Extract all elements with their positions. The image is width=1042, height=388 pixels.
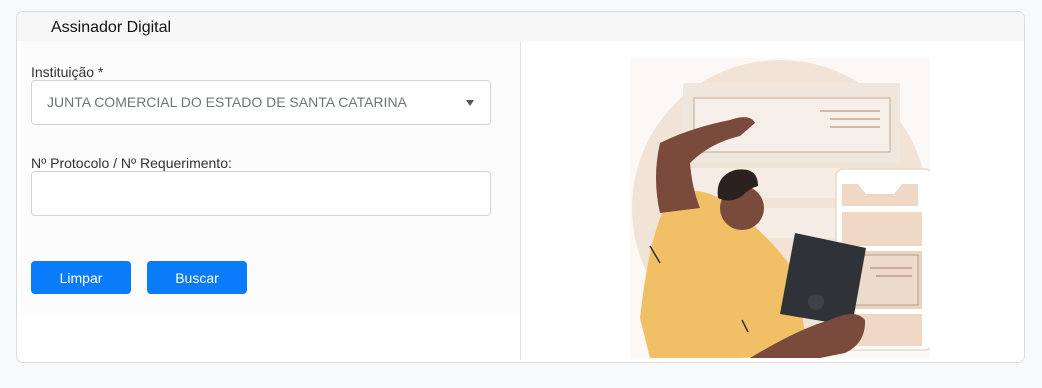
- digital-signature-illustration: [630, 58, 930, 358]
- tablet-device: [780, 233, 866, 326]
- signer-card: Assinador Digital Instituição * JUNTA CO…: [16, 11, 1025, 363]
- illustration-panel: [521, 41, 1021, 360]
- clear-button[interactable]: Limpar: [31, 261, 131, 294]
- card-body: Instituição * JUNTA COMERCIAL DO ESTADO …: [21, 41, 1021, 360]
- institution-select[interactable]: JUNTA COMERCIAL DO ESTADO DE SANTA CATAR…: [31, 80, 491, 125]
- card-title: Assinador Digital: [17, 12, 1024, 41]
- institution-label: Instituição *: [31, 64, 104, 80]
- phone-panel: [842, 212, 922, 246]
- protocol-label: Nº Protocolo / Nº Requerimento:: [31, 155, 232, 171]
- tablet-button: [808, 294, 824, 310]
- search-button[interactable]: Buscar: [147, 261, 247, 294]
- form-panel: Instituição * JUNTA COMERCIAL DO ESTADO …: [21, 41, 520, 360]
- institution-select-value: JUNTA COMERCIAL DO ESTADO DE SANTA CATAR…: [47, 94, 407, 110]
- protocol-input[interactable]: [31, 171, 491, 216]
- caret-down-icon: [466, 100, 474, 106]
